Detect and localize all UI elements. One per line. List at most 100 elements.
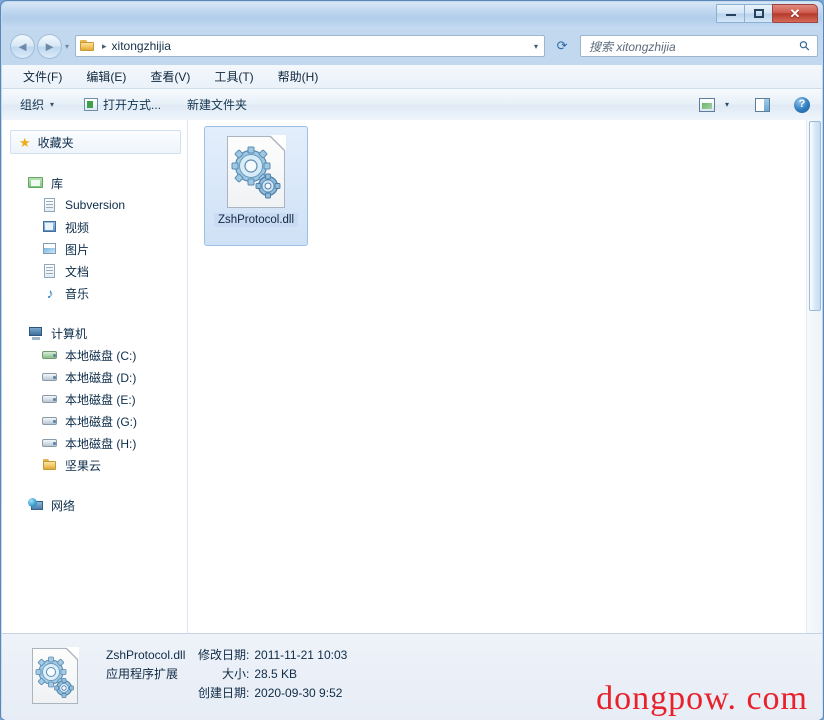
sidebar-item-drive-d[interactable]: 本地磁盘 (D:) [2,366,187,388]
breadcrumb-path[interactable]: xitongzhijia [112,39,171,53]
sidebar-item-label: 视频 [65,220,90,235]
sidebar-item-libraries[interactable]: 库 [2,172,187,194]
document-icon [42,198,58,212]
details-file-type: 应用程序扩展 [106,667,179,681]
close-icon: ✕ [789,6,801,21]
sidebar-item-pictures[interactable]: 图片 [2,238,187,260]
sidebar-group-libraries: 库 Subversion 视频 图片 文档 ♪ 音乐 [2,172,187,304]
open-with-label: 打开方式... [103,98,162,112]
sidebar-item-label: 本地磁盘 (E:) [65,392,136,407]
sidebar-item-label: Subversion [65,198,126,212]
created-date-value: 2020-09-30 9:52 [254,686,343,700]
computer-icon [28,326,44,340]
dll-gears-icon [32,647,79,704]
sidebar-item-network[interactable]: 网络 [2,494,187,516]
drive-icon [42,370,58,384]
maximize-button[interactable] [744,4,773,23]
document-icon [42,264,58,278]
title-bar: ✕ [2,2,822,29]
menu-item-tools[interactable]: 工具(T) [205,66,262,87]
sidebar-item-documents[interactable]: 文档 [2,260,187,282]
search-input[interactable]: 搜索 xitongzhijia ⚲ [580,35,819,57]
sidebar-item-drive-h[interactable]: 本地磁盘 (H:) [2,432,187,454]
sidebar-item-label: 文档 [65,264,90,279]
back-button[interactable]: ◄ [10,33,35,59]
preview-pane-icon[interactable] [755,97,770,112]
menu-item-edit[interactable]: 编辑(E) [77,66,135,87]
new-folder-label: 新建文件夹 [187,97,248,112]
created-date-label: 创建日期: [198,686,250,700]
details-row-modified: ZshProtocol.dll 修改日期: 2011-11-21 10:03 [106,646,347,665]
sidebar-item-subversion[interactable]: Subversion [2,194,187,216]
drive-icon [42,436,58,450]
sidebar-item-drive-e[interactable]: 本地磁盘 (E:) [2,388,187,410]
scrollbar-thumb[interactable] [809,121,821,311]
menu-item-help[interactable]: 帮助(H) [269,66,328,87]
details-row-created: 创建日期: 2020-09-30 9:52 [106,684,347,703]
music-icon: ♪ [46,285,54,301]
details-row-size: 应用程序扩展 大小: 28.5 KB [106,665,347,684]
sidebar-item-videos[interactable]: 视频 [2,216,187,238]
chevron-down-icon: ▾ [50,100,55,109]
menu-item-file[interactable]: 文件(F) [14,66,71,87]
window-controls: ✕ [716,4,818,23]
dll-gears-icon [227,135,286,208]
drive-icon [42,392,58,406]
drive-icon [42,414,58,428]
open-with-icon [84,98,99,111]
folder-icon [42,458,58,472]
picture-icon [42,242,58,256]
toolbar-right-group: ▾ ? [698,96,810,113]
chevron-down-icon[interactable]: ▾ [725,100,729,109]
sidebar-item-computer[interactable]: 计算机 [2,322,187,344]
address-input[interactable]: ▸ xitongzhijia ▾ [75,35,546,57]
sidebar-item-label: 本地磁盘 (C:) [65,348,137,363]
sidebar-item-music[interactable]: ♪ 音乐 [2,282,187,304]
sidebar-group-network: 网络 [2,494,187,516]
file-item[interactable]: ZshProtocol.dll [204,126,308,246]
library-icon [28,176,44,190]
system-drive-icon [42,348,58,362]
refresh-button[interactable]: ⟳ [551,36,573,57]
history-dropdown-icon[interactable]: ▾ [65,42,69,51]
change-view-icon[interactable] [698,97,715,112]
size-label: 大小: [222,667,250,681]
folder-icon [80,39,96,53]
sidebar-item-label: 本地磁盘 (D:) [65,370,137,385]
file-list-pane[interactable]: ZshProtocol.dll [188,120,822,633]
forward-icon: ► [43,38,56,54]
menu-bar: 文件(F) 编辑(E) 查看(V) 工具(T) 帮助(H) [2,65,822,89]
minimize-icon [725,11,736,16]
close-button[interactable]: ✕ [772,4,818,23]
navigation-buttons: ◄ ► ▾ [10,33,69,59]
open-with-button[interactable]: 打开方式... [84,96,161,113]
vertical-scrollbar[interactable] [806,120,822,633]
sidebar-group-computer: 计算机 本地磁盘 (C:) 本地磁盘 (D:) 本地磁盘 (E:) 本地磁盘 (… [2,322,187,476]
main-area: ★ 收藏夹 库 Subversion 视频 图片 文档 ♪ 音乐 计算机 本地磁… [2,120,822,633]
explorer-window: ✕ ◄ ► ▾ ▸ xitongzhijia ▾ ⟳ 搜索 xitongzhij… [0,0,824,720]
menu-item-view[interactable]: 查看(V) [141,66,199,87]
command-toolbar: 组织 ▾ 打开方式... 新建文件夹 ▾ ? [2,89,822,121]
details-pane: ZshProtocol.dll 修改日期: 2011-11-21 10:03 应… [2,633,822,720]
breadcrumb-separator-icon: ▸ [102,40,107,51]
minimize-button[interactable] [716,4,745,23]
sidebar-item-label: 网络 [51,498,76,513]
modified-date-label: 修改日期: [198,648,250,662]
star-icon: ★ [19,134,31,150]
organize-button[interactable]: 组织 ▾ [20,96,54,113]
search-placeholder: 搜索 xitongzhijia [589,39,676,54]
new-folder-button[interactable]: 新建文件夹 [187,96,247,114]
sidebar-item-label: 收藏夹 [37,135,74,150]
search-icon: ⚲ [796,36,814,55]
details-text: ZshProtocol.dll 修改日期: 2011-11-21 10:03 应… [106,646,347,703]
forward-button[interactable]: ► [37,33,62,59]
help-icon[interactable]: ? [794,96,810,113]
sidebar-item-label: 本地磁盘 (G:) [65,414,137,429]
back-icon: ◄ [16,38,29,54]
navigation-pane: ★ 收藏夹 库 Subversion 视频 图片 文档 ♪ 音乐 计算机 本地磁… [2,120,188,633]
sidebar-item-favorites[interactable]: ★ 收藏夹 [10,130,181,154]
sidebar-item-drive-g[interactable]: 本地磁盘 (G:) [2,410,187,432]
sidebar-item-nutstore[interactable]: 坚果云 [2,454,187,476]
chevron-down-icon[interactable]: ▾ [534,42,538,51]
sidebar-item-drive-c[interactable]: 本地磁盘 (C:) [2,344,187,366]
